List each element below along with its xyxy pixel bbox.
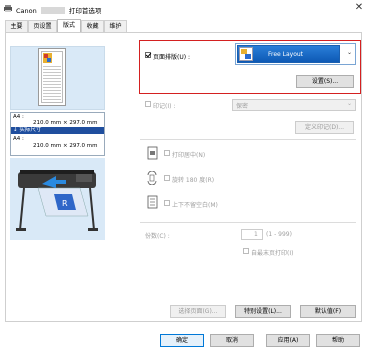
stamp-value: 保密 xyxy=(236,103,249,110)
preview-text-line xyxy=(43,69,61,70)
preview-text-line xyxy=(43,99,61,100)
chevron-down-icon: ⌄ xyxy=(347,100,353,107)
window-title-brand: Canon xyxy=(16,7,37,15)
cancel-button[interactable]: 取消 xyxy=(210,334,254,347)
center-print-label: 打印居中(N) xyxy=(172,152,206,159)
defaults-button[interactable]: 默认值(F) xyxy=(300,305,356,318)
tab-main[interactable]: 主要 xyxy=(5,20,28,32)
output-size-dimensions: 210.0 mm × 297.0 mm xyxy=(33,143,98,149)
print-from-last-label: 自最末页打印(I) xyxy=(251,250,294,257)
apply-button[interactable]: 应用(A) xyxy=(266,334,310,347)
stamp-label: 印记(I) : xyxy=(153,103,176,110)
tab-layout[interactable]: 版式 xyxy=(57,19,81,32)
actual-size-indicator: ↓ 实际尺寸 xyxy=(11,127,104,134)
rotate-180-label: 旋转 180 度(R) xyxy=(172,177,215,184)
special-settings-button[interactable]: 特别设置(L)... xyxy=(235,305,291,318)
preview-text-line xyxy=(43,81,61,82)
preview-text-line xyxy=(43,93,61,94)
rotate-180-checkbox[interactable] xyxy=(164,175,170,181)
preview-text-line xyxy=(43,78,61,79)
title-bar: Canon 打印首选项 ✕ xyxy=(0,0,367,17)
paper-size-label: A4 : xyxy=(13,114,24,120)
copies-value: 1 xyxy=(254,231,258,238)
preview-text-line xyxy=(43,72,61,73)
preview-text-line xyxy=(43,87,61,88)
large-format-printer-icon: R xyxy=(16,170,98,231)
copies-stepper[interactable]: 1 xyxy=(241,229,263,240)
paper-size-dimensions: 210.0 mm × 297.0 mm xyxy=(33,120,98,126)
preview-image-icon xyxy=(43,53,52,63)
tab-page-setup[interactable]: 页设置 xyxy=(28,20,57,32)
output-size-label: A4 : xyxy=(13,136,24,142)
preview-text-line xyxy=(43,96,61,97)
tab-maintenance[interactable]: 维护 xyxy=(104,20,127,32)
preview-text-line xyxy=(43,90,61,91)
center-print-checkbox[interactable] xyxy=(164,150,170,156)
define-stamp-button[interactable]: 定义印记(D)... xyxy=(295,121,354,134)
printer-app-icon xyxy=(4,5,12,12)
chevron-down-icon: ⌄ xyxy=(347,49,353,56)
mirror-icon xyxy=(147,195,158,209)
copies-label: 份数(C) : xyxy=(145,233,170,240)
window-title: Canon 打印首选项 xyxy=(16,5,101,15)
printer-illustration: R xyxy=(10,158,105,240)
copies-range: (1 - 999) xyxy=(266,231,292,238)
layout-value: Free Layout xyxy=(268,51,304,58)
preview-text-line xyxy=(43,66,61,67)
svg-text:R: R xyxy=(62,199,68,208)
preview-text-line xyxy=(43,84,61,85)
preview-text-line xyxy=(43,75,61,76)
layout-settings-button[interactable]: 设置(S)... xyxy=(296,75,354,88)
stamp-checkbox[interactable] xyxy=(145,101,151,107)
mirror-label: 上下不留空白(M) xyxy=(172,202,218,209)
redacted-model-name xyxy=(40,7,65,14)
stamp-dropdown[interactable] xyxy=(232,99,356,111)
center-print-icon xyxy=(147,146,158,160)
close-icon[interactable]: ✕ xyxy=(352,1,366,15)
page-layout-label: 页面排版(U) : xyxy=(153,54,191,61)
mirror-checkbox[interactable] xyxy=(164,200,170,206)
divider xyxy=(140,222,356,223)
ok-button[interactable]: 确定 xyxy=(160,334,204,347)
page-layout-checkbox[interactable] xyxy=(145,52,151,58)
select-pages-button[interactable]: 选择页面(G)... xyxy=(170,305,226,318)
help-button[interactable]: 帮助 xyxy=(316,334,360,347)
window-title-suffix: 打印首选项 xyxy=(68,7,102,15)
rotate-icon xyxy=(147,171,157,185)
paper-size-info: A4 : 210.0 mm × 297.0 mm ↓ 实际尺寸 A4 : 210… xyxy=(10,112,105,156)
print-from-last-checkbox[interactable] xyxy=(243,248,249,254)
free-layout-icon xyxy=(239,47,253,61)
divider xyxy=(140,139,356,140)
tab-favorites[interactable]: 收藏 xyxy=(81,20,104,32)
